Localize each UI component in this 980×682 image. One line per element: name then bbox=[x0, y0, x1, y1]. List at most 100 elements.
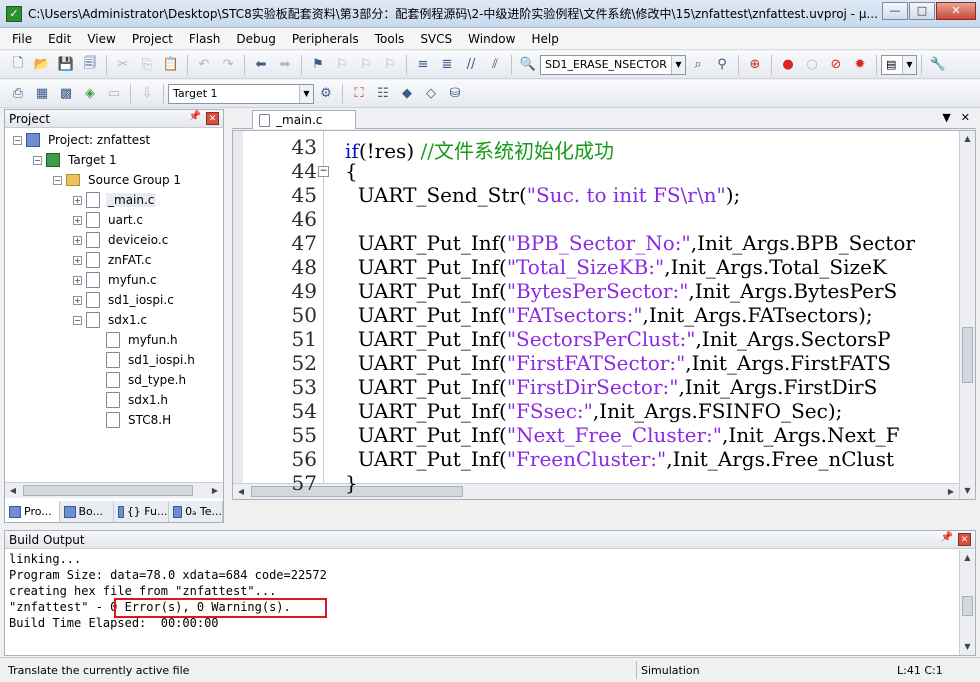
incremental-find-icon[interactable]: ⚲ bbox=[712, 55, 732, 75]
tree-item[interactable]: − Project: znfattest bbox=[5, 130, 223, 150]
pin-icon[interactable]: 📌 bbox=[189, 111, 201, 122]
tree-item[interactable]: sd1_iospi.h bbox=[5, 350, 223, 370]
menu-flash[interactable]: Flash bbox=[181, 29, 228, 49]
target-options-icon[interactable]: ⚙ bbox=[316, 84, 336, 104]
disable-all-breakpoints-icon[interactable]: ⊘ bbox=[826, 55, 846, 75]
code-line[interactable]: UART_Put_Inf("SectorsPerClust:",Init_Arg… bbox=[345, 327, 891, 351]
menu-debug[interactable]: Debug bbox=[228, 29, 283, 49]
code-line[interactable]: UART_Put_Inf("FirstDirSector:",Init_Args… bbox=[345, 375, 878, 399]
download-icon[interactable]: ⇩ bbox=[137, 84, 157, 104]
tab-main-c[interactable]: _main.c bbox=[252, 110, 356, 129]
scrollbar-thumb[interactable] bbox=[23, 485, 193, 496]
close-tab-icon[interactable]: ✕ bbox=[961, 111, 970, 124]
nav-back-icon[interactable]: ⬅ bbox=[251, 55, 271, 75]
menu-svcs[interactable]: SVCS bbox=[412, 29, 460, 49]
project-hscrollbar[interactable]: ◀ ▶ bbox=[5, 482, 223, 498]
minimize-button[interactable]: — bbox=[882, 2, 908, 20]
cut-icon[interactable]: ✂ bbox=[113, 55, 133, 75]
code-line[interactable]: UART_Put_Inf("Next_Free_Cluster:",Init_A… bbox=[345, 423, 900, 447]
new-file-icon[interactable]: 🗋 bbox=[8, 55, 28, 75]
menu-file[interactable]: File bbox=[4, 29, 40, 49]
tab-books[interactable]: Bo... bbox=[60, 501, 114, 522]
code-line[interactable]: if(!res) //文件系统初始化成功 bbox=[345, 135, 614, 164]
select-packs-icon[interactable]: ☷ bbox=[373, 84, 393, 104]
find-in-files-icon[interactable]: 🔍 bbox=[518, 55, 538, 75]
scroll-down-icon[interactable]: ▼ bbox=[960, 639, 975, 655]
next-bookmark-icon[interactable]: ⚐ bbox=[356, 55, 376, 75]
tree-item[interactable]: myfun.h bbox=[5, 330, 223, 350]
expand-icon[interactable]: + bbox=[73, 295, 82, 305]
prev-bookmark-icon[interactable]: ⚐ bbox=[332, 55, 352, 75]
menu-tools[interactable]: Tools bbox=[367, 29, 413, 49]
indent-icon[interactable]: ≡ bbox=[413, 55, 433, 75]
save-icon[interactable]: 💾 bbox=[56, 55, 76, 75]
collapse-icon[interactable]: − bbox=[53, 175, 62, 185]
menu-peripherals[interactable]: Peripherals bbox=[284, 29, 367, 49]
expand-icon[interactable]: + bbox=[73, 195, 82, 205]
disable-breakpoint-icon[interactable]: ○ bbox=[802, 55, 822, 75]
scroll-up-icon[interactable]: ▲ bbox=[960, 131, 975, 147]
batch-build-icon[interactable]: ◈ bbox=[80, 84, 100, 104]
menu-edit[interactable]: Edit bbox=[40, 29, 79, 49]
code-line[interactable]: UART_Put_Inf("FirstFATSector:",Init_Args… bbox=[345, 351, 891, 375]
collapse-icon[interactable]: − bbox=[73, 315, 82, 325]
close-window-button[interactable]: ✕ bbox=[936, 2, 976, 20]
clear-bookmarks-icon[interactable]: ⚐ bbox=[380, 55, 400, 75]
code-line[interactable]: UART_Put_Inf("Total_SizeKB:",Init_Args.T… bbox=[345, 255, 887, 279]
uncomment-icon[interactable]: ⫽ bbox=[485, 55, 505, 75]
code-line[interactable]: UART_Put_Inf("FSsec:",Init_Args.FSINFO_S… bbox=[345, 399, 843, 423]
nav-forward-icon[interactable]: ➡ bbox=[275, 55, 295, 75]
menu-project[interactable]: Project bbox=[124, 29, 181, 49]
tree-item[interactable]: + znFAT.c bbox=[5, 250, 223, 270]
collapse-icon[interactable]: − bbox=[318, 166, 329, 177]
menu-help[interactable]: Help bbox=[523, 29, 566, 49]
code-line[interactable]: } bbox=[345, 471, 358, 495]
debug-session-icon[interactable]: ⊕ bbox=[745, 55, 765, 75]
copy-icon[interactable]: ⎘ bbox=[137, 55, 157, 75]
collapse-icon[interactable]: − bbox=[33, 155, 42, 165]
code-line[interactable]: UART_Send_Str("Suc. to init FS\r\n"); bbox=[345, 183, 741, 207]
tab-templates[interactable]: 0ₐ Te... bbox=[169, 501, 223, 522]
code-line[interactable]: UART_Put_Inf("BytesPerSector:",Init_Args… bbox=[345, 279, 898, 303]
pin-icon[interactable]: 📌 bbox=[941, 532, 953, 543]
code-line[interactable]: UART_Put_Inf("FATsectors:",Init_Args.FAT… bbox=[345, 303, 873, 327]
comment-icon[interactable]: // bbox=[461, 55, 481, 75]
scrollbar-thumb[interactable] bbox=[962, 327, 973, 383]
rebuild-icon[interactable]: ▩ bbox=[56, 84, 76, 104]
tree-item[interactable]: STC8.H bbox=[5, 410, 223, 430]
tab-list-icon[interactable]: ▼ bbox=[942, 111, 950, 124]
manage-project-items-icon[interactable]: ⛶ bbox=[349, 84, 369, 104]
tree-item[interactable]: + sd1_iospi.c bbox=[5, 290, 223, 310]
scroll-up-icon[interactable]: ▲ bbox=[960, 550, 975, 566]
undo-icon[interactable]: ↶ bbox=[194, 55, 214, 75]
chevron-down-icon[interactable]: ▼ bbox=[299, 84, 313, 103]
expand-icon[interactable]: + bbox=[73, 255, 82, 265]
redo-icon[interactable]: ↷ bbox=[218, 55, 238, 75]
open-folder-icon[interactable]: 📂 bbox=[32, 55, 52, 75]
bookmark-icon[interactable]: ⚑ bbox=[308, 55, 328, 75]
tree-item[interactable]: − Source Group 1 bbox=[5, 170, 223, 190]
menu-view[interactable]: View bbox=[79, 29, 123, 49]
code-line[interactable]: UART_Put_Inf("FreenCluster:",Init_Args.F… bbox=[345, 447, 894, 471]
tree-item[interactable]: − sdx1.c bbox=[5, 310, 223, 330]
tree-item[interactable]: + uart.c bbox=[5, 210, 223, 230]
breakpoint-icon[interactable]: ● bbox=[778, 55, 798, 75]
editor-vscrollbar[interactable]: ▲ ▼ bbox=[959, 131, 975, 499]
build-icon[interactable]: ▦ bbox=[32, 84, 52, 104]
scrollbar-thumb[interactable] bbox=[962, 596, 973, 616]
expand-icon[interactable]: + bbox=[73, 215, 82, 225]
tree-item[interactable]: + myfun.c bbox=[5, 270, 223, 290]
build-vscrollbar[interactable]: ▲ ▼ bbox=[959, 550, 975, 655]
code-line[interactable]: { bbox=[345, 159, 358, 183]
configure-icon[interactable]: 🔧 bbox=[928, 55, 948, 75]
find-combo[interactable]: SD1_ERASE_NSECTOR ▼ bbox=[540, 54, 686, 75]
code-editor[interactable]: ◀ ▶ ▲ ▼ 43 if(!res) //文件系统初始化成功 44− {45 UAR… bbox=[232, 130, 976, 500]
menu-window[interactable]: Window bbox=[460, 29, 523, 49]
maximize-button[interactable]: □ bbox=[909, 2, 935, 20]
tree-item[interactable]: sd_type.h bbox=[5, 370, 223, 390]
editor-hscrollbar[interactable]: ◀ ▶ bbox=[233, 483, 959, 499]
manage-components-icon[interactable]: ◆ bbox=[397, 84, 417, 104]
tree-item[interactable]: sdx1.h bbox=[5, 390, 223, 410]
scroll-left-icon[interactable]: ◀ bbox=[5, 483, 21, 498]
stop-build-icon[interactable]: ▭ bbox=[104, 84, 124, 104]
